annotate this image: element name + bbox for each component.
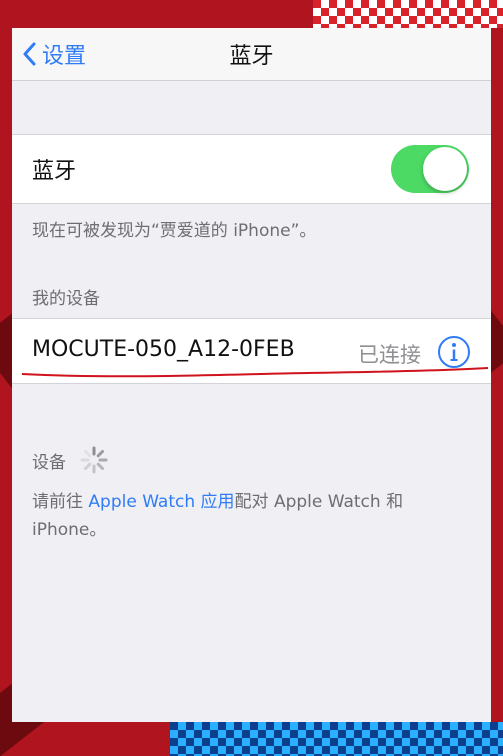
pairing-hint: 请前往 Apple Watch 应用配对 Apple Watch 和 iPhon… — [32, 488, 461, 544]
decor-checker-bottom — [170, 722, 503, 756]
phone-screen: 设置 蓝牙 蓝牙 现在可被发现为“贾爱道的 iPhone”。 我的设备 MOCU… — [12, 28, 491, 722]
annotation-underline — [21, 367, 489, 378]
bluetooth-label: 蓝牙 — [32, 159, 77, 184]
page-title: 蓝牙 — [229, 44, 274, 69]
info-icon[interactable] — [437, 335, 471, 369]
navigation-bar: 设置 蓝牙 — [12, 28, 491, 81]
devices-header: 设备 — [32, 446, 108, 474]
toggle-knob — [423, 147, 467, 191]
hint-prefix: 请前往 — [32, 492, 89, 512]
bluetooth-row: 蓝牙 — [12, 134, 491, 204]
device-status: 已连接 — [358, 343, 421, 367]
bluetooth-toggle[interactable] — [391, 145, 469, 193]
my-devices-header: 我的设备 — [32, 289, 100, 309]
devices-header-label: 设备 — [32, 452, 66, 473]
decor-checker-top — [313, 0, 503, 28]
discoverable-text: 现在可被发现为“贾爱道的 iPhone”。 — [32, 221, 317, 241]
device-name: MOCUTE-050_A12-0FEB — [32, 337, 295, 362]
apple-watch-app-link[interactable]: Apple Watch 应用 — [88, 492, 234, 512]
spinner-icon — [80, 446, 108, 474]
